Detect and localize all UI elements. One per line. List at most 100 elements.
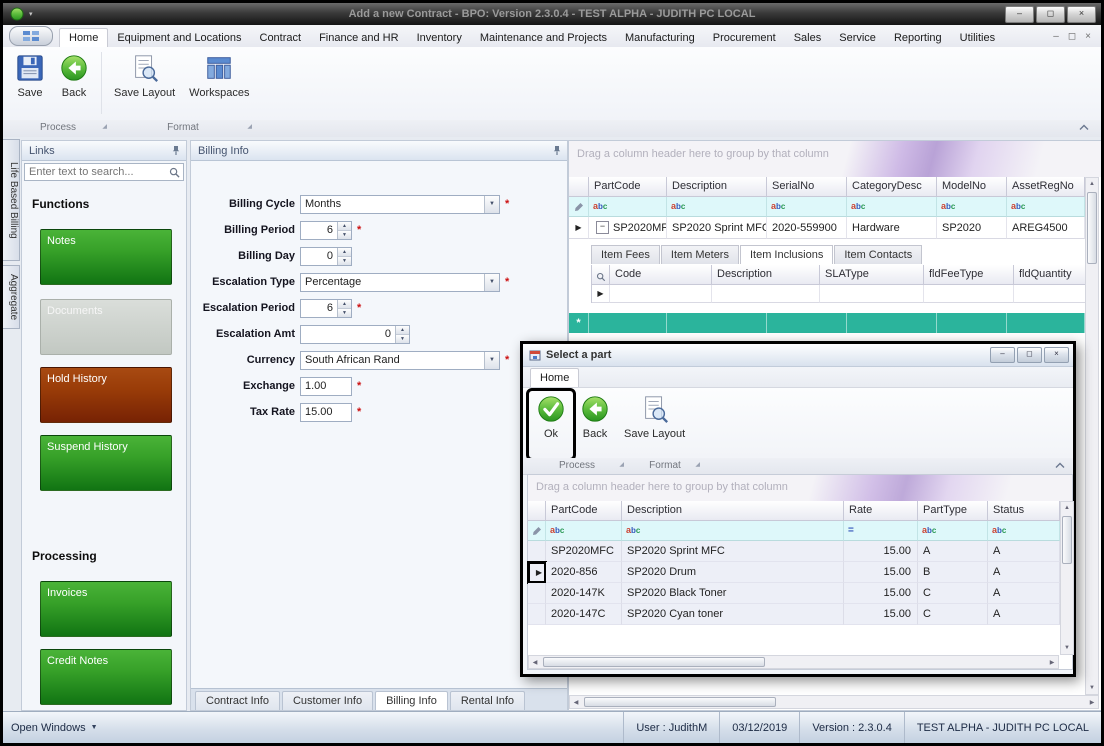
cell[interactable]: B [918, 562, 988, 583]
cell[interactable] [712, 285, 820, 303]
cell[interactable]: AREG4500 [1007, 217, 1085, 239]
dialog-minimize-button[interactable]: – [990, 347, 1015, 363]
ribbon-tab-maintenance-and-projects[interactable]: Maintenance and Projects [471, 29, 616, 47]
ribbon-tab-equipment-and-locations[interactable]: Equipment and Locations [108, 29, 250, 47]
spin-down-icon[interactable]: ▼ [338, 256, 351, 265]
spin-down-icon[interactable]: ▼ [338, 308, 351, 317]
cell[interactable] [667, 313, 767, 333]
spin-up-icon[interactable]: ▲ [396, 326, 409, 334]
cell[interactable]: 2020-147C [546, 604, 622, 625]
vertical-scrollbar[interactable]: ▲ ▼ [1085, 177, 1099, 695]
scroll-up-icon[interactable]: ▲ [1086, 178, 1098, 190]
cell[interactable]: A [988, 583, 1060, 604]
cell[interactable] [820, 285, 924, 303]
cell[interactable]: SP2020 Sprint MFC [622, 541, 844, 562]
cell[interactable]: SP2020 Cyan toner [622, 604, 844, 625]
ribbon-tab-reporting[interactable]: Reporting [885, 29, 951, 47]
escalation-type-select[interactable]: Percentage ▼ [300, 273, 500, 292]
cell[interactable]: 2020-856 [546, 562, 622, 583]
cell[interactable]: SP2020MFC [546, 541, 622, 562]
chevron-down-icon[interactable]: ▼ [484, 352, 499, 369]
dialog-launcher-icon[interactable]: ◢ [695, 458, 700, 472]
cell[interactable]: 15.00 [844, 604, 918, 625]
filter-cell[interactable]: abc [589, 197, 667, 217]
cell[interactable]: Hardware [847, 217, 937, 239]
detail-column-description[interactable]: Description [712, 265, 820, 285]
new-item-row[interactable]: * [569, 313, 1085, 333]
table-row[interactable]: SP2020MFC SP2020 Sprint MFC 15.00 A A [528, 541, 1060, 562]
cell[interactable]: A [918, 541, 988, 562]
scroll-up-icon[interactable]: ▲ [1061, 502, 1073, 514]
spin-up-icon[interactable]: ▲ [338, 300, 351, 308]
spin-up-icon[interactable]: ▲ [338, 248, 351, 256]
mdi-close-icon[interactable]: × [1085, 31, 1091, 42]
cell[interactable]: 2020-147K [546, 583, 622, 604]
filter-cell[interactable]: abc [988, 521, 1060, 541]
scroll-down-icon[interactable]: ▼ [1061, 642, 1073, 654]
ribbon-tab-home[interactable]: Home [59, 28, 108, 47]
pin-icon[interactable] [171, 145, 181, 156]
table-row[interactable]: ▶ −SP2020MFC SP2020 Sprint MFC 2020-5599… [569, 217, 1085, 239]
mdi-restore-icon[interactable]: ◻ [1068, 31, 1076, 42]
cell[interactable] [767, 313, 847, 333]
chevron-down-icon[interactable]: ▼ [484, 196, 499, 213]
cell[interactable]: 2020-559900 [767, 217, 847, 239]
ribbon-collapse-icon[interactable] [1055, 461, 1065, 473]
column-header-serialno[interactable]: SerialNo [767, 177, 847, 197]
ribbon-tab-service[interactable]: Service [830, 29, 885, 47]
cell[interactable]: A [988, 541, 1060, 562]
spin-down-icon[interactable]: ▼ [338, 230, 351, 239]
tab-contract-info[interactable]: Contract Info [195, 691, 280, 710]
search-icon[interactable] [169, 167, 183, 178]
column-header-partcode[interactable]: PartCode [589, 177, 667, 197]
detail-column-slatype[interactable]: SLAType [820, 265, 924, 285]
filter-cell[interactable]: abc [937, 197, 1007, 217]
cell[interactable] [1007, 313, 1085, 333]
dialog-back-button[interactable]: Back [573, 391, 617, 458]
vertical-scrollbar[interactable]: ▲ ▼ [1060, 501, 1074, 655]
filter-cell[interactable]: abc [767, 197, 847, 217]
ok-button[interactable]: Ok [529, 391, 573, 458]
application-button[interactable] [9, 26, 53, 46]
suspend-history-button[interactable]: Suspend History [40, 435, 172, 491]
mdi-minimize-icon[interactable]: – [1053, 31, 1059, 42]
spin-up-icon[interactable]: ▲ [338, 222, 351, 230]
detail-column-fldfeetype[interactable]: fldFeeType [924, 265, 1014, 285]
scroll-right-icon[interactable]: ▶ [1086, 696, 1098, 708]
side-tab-aggregate[interactable]: Aggregate [3, 265, 20, 329]
detail-column-code[interactable]: Code [610, 265, 712, 285]
maximize-button[interactable]: ◻ [1036, 6, 1065, 23]
open-windows-dropdown[interactable]: Open Windows ▼ [3, 722, 98, 734]
cell[interactable]: A [988, 604, 1060, 625]
cell[interactable]: C [918, 604, 988, 625]
tax-rate-field[interactable]: 15.00 [300, 403, 352, 422]
cell[interactable]: 15.00 [844, 562, 918, 583]
dialog-save-layout-button[interactable]: Save Layout [617, 391, 692, 458]
column-header-partcode[interactable]: PartCode [546, 501, 622, 521]
close-button[interactable]: × [1067, 6, 1096, 23]
side-tab-life-based-billing[interactable]: Life Based Billing [3, 139, 20, 261]
cell[interactable]: −SP2020MFC [589, 217, 667, 239]
collapse-detail-icon[interactable]: − [596, 221, 609, 234]
scroll-down-icon[interactable]: ▼ [1086, 682, 1098, 694]
filter-cell[interactable]: abc [546, 521, 622, 541]
hold-history-button[interactable]: Hold History [40, 367, 172, 423]
tab-item-contacts[interactable]: Item Contacts [834, 245, 922, 264]
escalation-amt-spinner[interactable]: 0 ▲▼ [300, 325, 410, 344]
scrollbar-thumb[interactable] [1062, 516, 1072, 564]
tab-item-inclusions[interactable]: Item Inclusions [740, 245, 833, 264]
cell[interactable] [610, 285, 712, 303]
table-row[interactable]: 2020-147K SP2020 Black Toner 15.00 C A [528, 583, 1060, 604]
dialog-tab-home[interactable]: Home [530, 368, 579, 387]
column-header-assetregno[interactable]: AssetRegNo [1007, 177, 1085, 197]
dialog-launcher-icon[interactable]: ◢ [247, 120, 252, 134]
filter-cell[interactable]: abc [667, 197, 767, 217]
ribbon-tab-procurement[interactable]: Procurement [704, 29, 785, 47]
invoices-button[interactable]: Invoices [40, 581, 172, 637]
tab-billing-info[interactable]: Billing Info [375, 691, 448, 710]
cell[interactable]: SP2020 Sprint MFC [667, 217, 767, 239]
detail-empty-row[interactable]: ▶ [591, 285, 1088, 303]
pin-icon[interactable] [552, 145, 562, 156]
column-header-parttype[interactable]: PartType [918, 501, 988, 521]
ribbon-tab-inventory[interactable]: Inventory [408, 29, 471, 47]
